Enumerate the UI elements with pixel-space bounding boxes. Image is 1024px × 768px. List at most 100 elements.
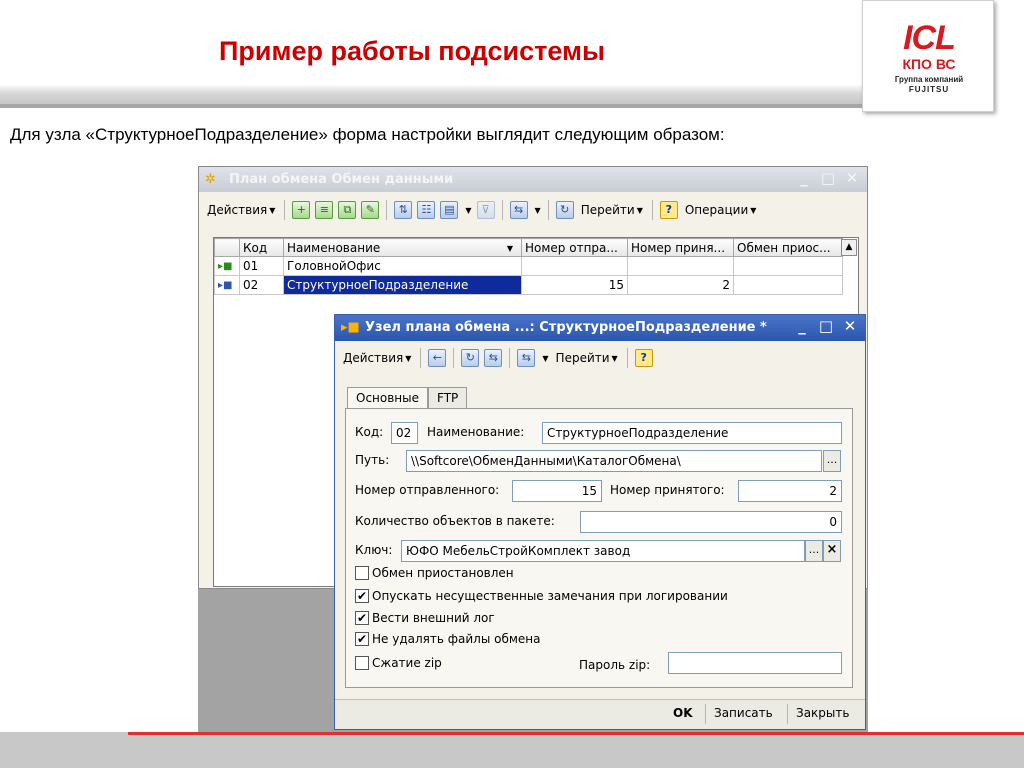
external-log-checkbox[interactable]: ✔ Вести внешний лог bbox=[355, 611, 495, 625]
exchange-menu-icon[interactable]: ⇆ bbox=[517, 349, 536, 367]
cell-code: 01 bbox=[239, 256, 284, 276]
goto-menu-label: Перейти bbox=[555, 351, 610, 365]
exchange-paused-checkbox[interactable]: Обмен приостановлен bbox=[355, 566, 514, 580]
maximize-icon[interactable]: □ bbox=[817, 317, 835, 335]
company-logo: ICL КПО ВС Группа компаний FUJITSU bbox=[862, 0, 994, 112]
intro-text: Для узла «СтруктурноеПодразделение» форм… bbox=[10, 125, 725, 144]
operations-menu-label: Операции bbox=[684, 203, 749, 217]
goto-menu[interactable]: Перейти ▼ bbox=[554, 347, 620, 369]
toolbar-separator bbox=[453, 348, 455, 368]
name-field[interactable]: СтруктурноеПодразделение bbox=[542, 422, 842, 444]
operations-menu[interactable]: Операции ▼ bbox=[683, 199, 759, 221]
logo-group-text: Группа компаний bbox=[894, 75, 964, 84]
filter-icon[interactable]: ⊽ bbox=[476, 201, 495, 219]
path-field[interactable]: \\Softcore\ОбменДанными\КаталогОбмена\ bbox=[406, 450, 822, 472]
exchange-icon[interactable]: ⇆ bbox=[484, 349, 503, 367]
exchange-plan-title: План обмена Обмен данными bbox=[229, 172, 454, 187]
chevron-down-icon: ▼ bbox=[269, 205, 276, 215]
key-field[interactable]: ЮФО МебельСтройКомплект завод bbox=[401, 540, 805, 562]
table-row[interactable]: ▸■ 02 СтруктурноеПодразделение 15 2 bbox=[214, 275, 843, 295]
help-icon[interactable]: ? bbox=[634, 349, 653, 367]
code-field[interactable]: 02 bbox=[391, 422, 418, 444]
chevron-down-icon: ▼ bbox=[534, 205, 541, 215]
close-button[interactable]: Закрыть bbox=[796, 706, 849, 720]
checkmark-icon: ✔ bbox=[355, 632, 369, 646]
maximize-icon[interactable]: □ bbox=[819, 169, 837, 187]
name-label: Наименование: bbox=[427, 425, 525, 439]
reread-icon[interactable]: ↻ bbox=[461, 349, 480, 367]
column-header-paused[interactable]: Обмен приос... bbox=[733, 238, 843, 257]
goto-menu[interactable]: Перейти ▼ bbox=[579, 199, 645, 221]
skip-minor-warnings-checkbox[interactable]: ✔ Опускать несущественные замечания при … bbox=[355, 589, 728, 603]
sort-desc-icon: ▼ bbox=[506, 243, 513, 253]
sort-icon[interactable]: ⇅ bbox=[394, 201, 413, 219]
tab-main[interactable]: Основные bbox=[347, 387, 429, 410]
edit-icon[interactable]: ✎ bbox=[361, 201, 380, 219]
minimize-icon[interactable]: _ bbox=[795, 169, 813, 187]
keep-exchange-files-checkbox[interactable]: ✔ Не удалять файлы обмена bbox=[355, 632, 541, 646]
node-dialog-titlebar[interactable]: ▸■ Узел плана обмена ...: СтруктурноеПод… bbox=[335, 315, 865, 341]
exchange-plan-icon: ✲ bbox=[205, 172, 216, 187]
checkbox-label: Сжатие zip bbox=[372, 656, 442, 670]
key-clear-button[interactable]: × bbox=[823, 540, 841, 562]
add-group-icon[interactable]: ≡ bbox=[315, 201, 334, 219]
close-icon[interactable]: ✕ bbox=[843, 169, 861, 187]
actions-menu-label: Действия bbox=[207, 203, 268, 217]
sent-number-field[interactable]: 15 bbox=[512, 480, 602, 502]
footer-separator bbox=[787, 704, 788, 724]
key-label: Ключ: bbox=[355, 543, 393, 557]
node-dialog-title: Узел плана обмена ...: СтруктурноеПодраз… bbox=[365, 320, 767, 335]
goto-menu-label: Перейти bbox=[580, 203, 635, 217]
checkbox-box bbox=[355, 566, 369, 580]
chevron-down-icon: ▼ bbox=[750, 205, 757, 215]
save-button[interactable]: Записать bbox=[714, 706, 773, 720]
toolbar-separator bbox=[509, 348, 511, 368]
add-icon[interactable]: + bbox=[292, 201, 311, 219]
path-browse-button[interactable]: ... bbox=[823, 450, 841, 472]
chevron-down-icon: ▼ bbox=[465, 205, 472, 215]
toolbar-separator bbox=[420, 348, 422, 368]
save-close-icon[interactable]: ← bbox=[428, 349, 447, 367]
exchange-plan-titlebar[interactable]: ✲ План обмена Обмен данными _ □ ✕ bbox=[199, 167, 867, 192]
ok-button[interactable]: OK bbox=[673, 706, 693, 720]
chevron-down-icon: ▼ bbox=[611, 353, 618, 363]
toolbar-separator bbox=[651, 200, 653, 220]
scroll-up-icon[interactable]: ▲ bbox=[841, 239, 857, 256]
column-header-sent[interactable]: Номер отпра... bbox=[521, 238, 628, 257]
exchange-plan-toolbar: Действия ▼ + ≡ ⧉ ✎ ⇅ ☷ ▤ ▼ ⊽ ⇆ ▼ ↻ Перейти ▼… bbox=[201, 195, 865, 225]
hierarchy-icon[interactable]: ☷ bbox=[417, 201, 436, 219]
column-header-name-label: Наименование bbox=[287, 240, 381, 255]
column-header-code[interactable]: Код bbox=[239, 238, 284, 257]
chevron-down-icon: ▼ bbox=[405, 353, 412, 363]
actions-menu[interactable]: Действия ▼ bbox=[341, 347, 413, 369]
logo-fujitsu: FUJITSU bbox=[908, 85, 950, 94]
copy-icon[interactable]: ⧉ bbox=[338, 201, 357, 219]
table-row[interactable]: ▸■ 01 ГоловнойОфис bbox=[214, 256, 843, 276]
zip-password-field[interactable] bbox=[668, 652, 842, 674]
refresh-icon[interactable]: ↻ bbox=[555, 201, 574, 219]
node-dialog-toolbar: Действия ▼ ← ↻ ⇆ ⇆ ▼ Перейти ▼ ? bbox=[337, 343, 863, 373]
exchange-icon[interactable]: ⇆ bbox=[509, 201, 528, 219]
toolbar-separator bbox=[284, 200, 286, 220]
list-mode-icon[interactable]: ▤ bbox=[440, 201, 459, 219]
help-icon[interactable]: ? bbox=[659, 201, 678, 219]
key-select-button[interactable]: ... bbox=[805, 540, 823, 562]
node-icon: ▸■ bbox=[214, 275, 240, 295]
row-icon-header bbox=[214, 238, 240, 257]
column-header-name[interactable]: Наименование ▼ bbox=[283, 238, 522, 257]
cell-sent bbox=[521, 256, 628, 276]
zip-password-label: Пароль zip: bbox=[579, 658, 651, 672]
close-icon[interactable]: ✕ bbox=[841, 317, 859, 335]
checkbox-box bbox=[355, 656, 369, 670]
received-number-field[interactable]: 2 bbox=[738, 480, 842, 502]
tab-ftp[interactable]: FTP bbox=[428, 387, 468, 409]
node-dialog-icon: ▸■ bbox=[341, 320, 360, 335]
package-count-field[interactable]: 0 bbox=[580, 511, 842, 533]
column-header-received[interactable]: Номер приня... bbox=[627, 238, 734, 257]
logo-brand: ICL bbox=[903, 19, 956, 57]
node-dialog: ▸■ Узел плана обмена ...: СтруктурноеПод… bbox=[334, 314, 866, 730]
actions-menu[interactable]: Действия ▼ bbox=[205, 199, 277, 221]
minimize-icon[interactable]: _ bbox=[793, 317, 811, 335]
zip-compression-checkbox[interactable]: Сжатие zip bbox=[355, 656, 442, 670]
main-tab-panel: Код: 02 Наименование: СтруктурноеПодразд… bbox=[345, 408, 853, 688]
